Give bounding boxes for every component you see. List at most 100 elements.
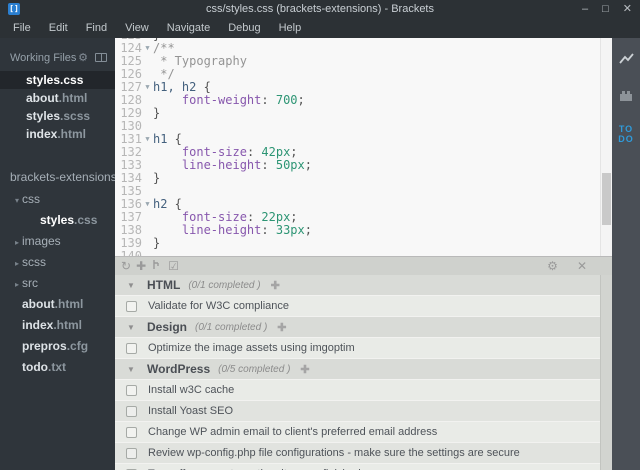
todo-item-row[interactable]: Review wp-config.php file configurations…	[115, 443, 600, 464]
project-dropdown[interactable]: brackets-extensions▼	[10, 167, 115, 187]
fold-gutter	[142, 237, 153, 250]
todo-item-row[interactable]: Turn off comments on the site once finis…	[115, 464, 600, 470]
todo-section-design[interactable]: ▼ Design (0/1 completed ) ✚	[115, 317, 600, 338]
code-line-139[interactable]: 139}	[115, 237, 612, 250]
project-tree: ▾ css styles.css ▸ images ▸ scss ▸ src about.ht…	[0, 189, 115, 378]
tree-folder-css[interactable]: ▾ css	[0, 189, 115, 210]
minimize-button[interactable]: –	[582, 0, 588, 18]
panel-scrollbar[interactable]	[600, 275, 612, 470]
code-line-125[interactable]: 125 * Typography	[115, 55, 612, 68]
section-progress: (0/1 completed )	[195, 321, 268, 333]
token-prop: font-weight	[181, 93, 262, 107]
fold-arrow-icon[interactable]: ▼	[142, 81, 153, 94]
todo-panel-toolbar: ↻ ✚ ☑ ⚙ ✕	[115, 257, 612, 275]
code-line-128[interactable]: 128 font-weight: 700;	[115, 94, 612, 107]
live-preview-icon[interactable]	[618, 52, 634, 70]
code-content: */	[153, 68, 612, 81]
collapse-icon[interactable]: ▼	[127, 281, 141, 290]
fold-arrow-icon[interactable]: ▼	[142, 198, 153, 211]
token-pun: :	[261, 93, 276, 107]
fold-gutter	[142, 211, 153, 224]
code-content	[153, 185, 612, 198]
show-completed-icon[interactable]: ☑	[168, 257, 179, 275]
task-checkbox[interactable]	[126, 426, 137, 438]
task-label: Change WP admin email to client's prefer…	[148, 426, 438, 438]
tree-file-prepros[interactable]: prepros.cfg	[0, 336, 115, 357]
task-checkbox[interactable]	[126, 384, 137, 396]
working-file-index-html[interactable]: index.html	[0, 125, 115, 143]
add-todo-icon[interactable]: ✚	[136, 257, 146, 275]
code-editor[interactable]: 123}124▼/**125 * Typography126 */127▼h1,…	[115, 38, 612, 256]
editor-scrollbar[interactable]	[600, 38, 612, 256]
add-task-icon[interactable]: ✚	[277, 321, 286, 334]
tree-folder-src[interactable]: ▸ src	[0, 273, 115, 294]
fold-arrow-icon[interactable]: ▼	[142, 133, 153, 146]
fold-gutter	[142, 120, 153, 133]
file-extension: .html	[58, 91, 88, 105]
tree-file-todo[interactable]: todo.txt	[0, 357, 115, 378]
tags-filter-icon[interactable]	[151, 257, 162, 275]
working-files-list: styles.css about.html styles.scss index.htm…	[0, 71, 115, 143]
menu-item-debug[interactable]: Debug	[219, 18, 269, 38]
tree-file-about[interactable]: about.html	[0, 294, 115, 315]
add-task-icon[interactable]: ✚	[271, 279, 280, 292]
code-line-130[interactable]: 130	[115, 120, 612, 133]
extension-manager-icon[interactable]	[619, 88, 633, 106]
token-pun: ;	[304, 158, 312, 172]
fold-arrow-icon[interactable]: ▼	[142, 42, 153, 55]
todo-extension-toggle[interactable]: TO DO	[618, 124, 634, 144]
task-checkbox[interactable]	[126, 405, 137, 417]
maximize-button[interactable]: □	[602, 0, 609, 18]
close-button[interactable]: ✕	[623, 0, 632, 18]
panel-settings-icon[interactable]: ⚙	[547, 257, 558, 275]
gear-icon[interactable]: ⚙	[78, 51, 88, 64]
menu-item-file[interactable]: File	[4, 18, 40, 38]
section-name: WordPress	[147, 362, 211, 376]
menu-item-edit[interactable]: Edit	[40, 18, 77, 38]
fold-gutter	[142, 159, 153, 172]
token-pun: :	[246, 145, 262, 159]
fold-gutter	[142, 224, 153, 237]
tree-file-index[interactable]: index.html	[0, 315, 115, 336]
code-line-135[interactable]: 135	[115, 185, 612, 198]
working-file-about-html[interactable]: about.html	[0, 89, 115, 107]
working-files-title: Working Files	[10, 51, 77, 64]
collapse-icon[interactable]: ▼	[127, 323, 141, 332]
menu-item-navigate[interactable]: Navigate	[158, 18, 219, 38]
code-line-134[interactable]: 134}	[115, 172, 612, 185]
code-line-133[interactable]: 133 line-height: 50px;	[115, 159, 612, 172]
code-line-138[interactable]: 138 line-height: 33px;	[115, 224, 612, 237]
todo-item-row[interactable]: Optimize the image assets using imgoptim	[115, 338, 600, 359]
todo-section-html[interactable]: ▼ HTML (0/1 completed ) ✚	[115, 275, 600, 296]
token-pun: :	[261, 158, 276, 172]
todo-item-row[interactable]: Install w3C cache	[115, 380, 600, 401]
split-view-icon[interactable]	[95, 53, 107, 62]
add-task-icon[interactable]: ✚	[300, 363, 309, 376]
token-val: 42px	[261, 145, 291, 159]
task-checkbox[interactable]	[126, 447, 137, 459]
token-pun: ;	[290, 145, 298, 159]
code-line-129[interactable]: 129}	[115, 107, 612, 120]
tree-file-styles[interactable]: styles.css	[0, 210, 115, 231]
collapse-icon[interactable]: ▼	[127, 365, 141, 374]
todo-item-row[interactable]: Install Yoast SEO	[115, 401, 600, 422]
task-label: Review wp-config.php file configurations…	[148, 447, 520, 459]
menu-item-view[interactable]: View	[116, 18, 158, 38]
panel-close-icon[interactable]: ✕	[577, 257, 587, 275]
tree-folder-images[interactable]: ▸ images	[0, 231, 115, 252]
todo-item-row[interactable]: Validate for W3C compliance	[115, 296, 600, 317]
working-file-styles-css[interactable]: styles.css	[0, 71, 115, 89]
tree-folder-scss[interactable]: ▸ scss	[0, 252, 115, 273]
todo-section-wordpress[interactable]: ▼ WordPress (0/5 completed ) ✚	[115, 359, 600, 380]
code-content: }	[153, 107, 612, 120]
task-label: Validate for W3C compliance	[148, 300, 290, 312]
task-checkbox[interactable]	[126, 300, 137, 312]
menu-item-help[interactable]: Help	[270, 18, 311, 38]
task-checkbox[interactable]	[126, 342, 137, 354]
todo-item-row[interactable]: Change WP admin email to client's prefer…	[115, 422, 600, 443]
editor-scrollbar-thumb[interactable]	[602, 173, 611, 226]
folder-name: images	[22, 234, 61, 248]
menu-item-find[interactable]: Find	[77, 18, 116, 38]
working-file-styles-scss[interactable]: styles.scss	[0, 107, 115, 125]
refresh-icon[interactable]: ↻	[121, 257, 131, 275]
